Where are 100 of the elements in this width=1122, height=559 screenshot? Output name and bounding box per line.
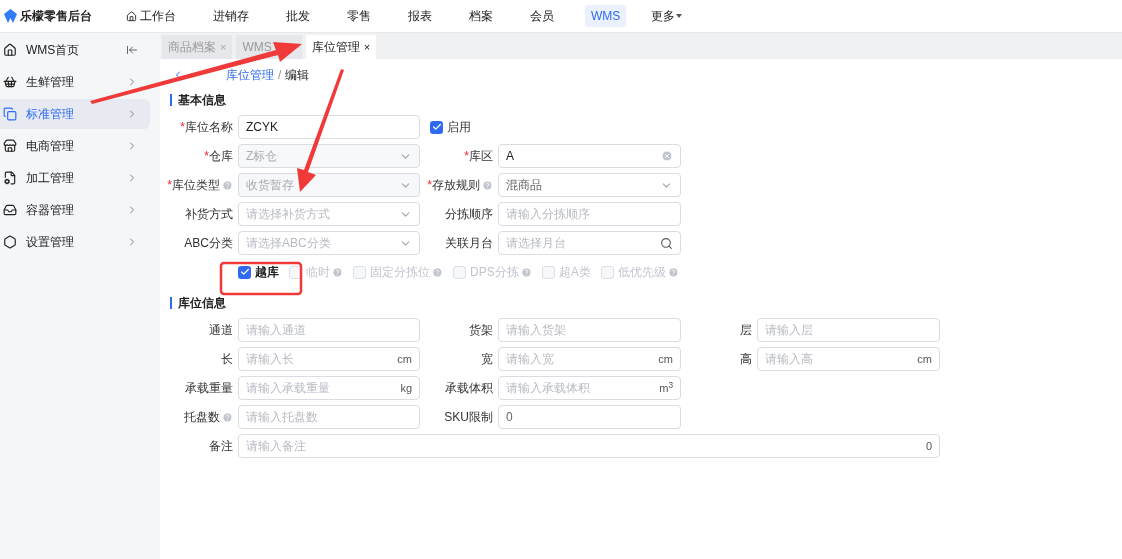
home-icon <box>3 43 17 57</box>
store-icon <box>3 139 17 153</box>
field-value: 0 <box>506 410 513 424</box>
breadcrumb-link[interactable]: 库位管理 <box>226 66 274 84</box>
nav-tab[interactable]: 批发 <box>280 5 316 27</box>
unit-label: kg <box>400 380 412 396</box>
help-icon <box>332 266 343 278</box>
breadcrumb-current: 编辑 <box>285 67 310 84</box>
nav-tab[interactable]: WMS <box>585 5 627 27</box>
brand-name: 乐檬零售后台 <box>20 8 92 25</box>
help-icon <box>432 266 443 278</box>
field-label: 长 <box>221 351 233 368</box>
field-label: 通道 <box>209 322 233 339</box>
input-field[interactable]: 混商品 <box>498 173 681 197</box>
input-field[interactable]: 请输入备注 0 <box>238 434 940 458</box>
unit-label: cm <box>917 351 932 367</box>
sidebar-item[interactable]: 标准管理 <box>0 99 150 129</box>
sidebar-item[interactable]: 设置管理 <box>0 227 150 257</box>
nav-tab[interactable]: 工作台 <box>120 5 182 27</box>
checkbox-label: DPS分拣 <box>470 264 519 281</box>
field-label: 存放规则 <box>432 177 480 194</box>
more-menu[interactable]: 更多 <box>651 7 683 25</box>
field-value: A <box>506 149 514 163</box>
placeholder: 请选择月台 <box>506 236 566 250</box>
close-icon[interactable]: × <box>363 38 371 56</box>
field-label: ABC分类 <box>184 235 233 252</box>
placeholder: 请输入分拣顺序 <box>506 207 590 221</box>
field-label: 补货方式 <box>185 206 233 223</box>
collapse-icon[interactable] <box>126 44 138 56</box>
home-icon <box>126 10 137 22</box>
help-icon <box>667 266 679 278</box>
field-label: 承载重量 <box>185 380 233 397</box>
unit-label: 0 <box>925 438 932 454</box>
field-label: 库位类型 <box>172 177 220 194</box>
sidebar-item[interactable]: 电商管理 <box>0 131 150 161</box>
field-label: 承载体积 <box>445 380 493 397</box>
input-field[interactable]: 请输入高 cm <box>757 347 940 371</box>
basket-icon <box>3 75 17 89</box>
help-icon <box>482 179 493 191</box>
nav-tab[interactable]: 进销存 <box>207 5 255 27</box>
nav-tab[interactable]: 档案 <box>463 5 499 27</box>
checkbox[interactable] <box>238 265 251 279</box>
sidebar-item[interactable]: 生鲜管理 <box>0 67 150 97</box>
field-label: 分拣顺序 <box>445 206 493 223</box>
field-label: 高 <box>740 351 752 368</box>
copy-icon <box>3 107 17 121</box>
help-icon <box>222 411 233 423</box>
input-field[interactable]: A <box>498 144 681 168</box>
field-label: 托盘数 <box>184 409 220 426</box>
placeholder: 请输入货架 <box>506 323 566 337</box>
placeholder: 请输入托盘数 <box>246 410 318 424</box>
checkbox[interactable] <box>430 120 443 134</box>
checkbox-label: 越库 <box>255 264 279 281</box>
required-mark: * <box>180 119 185 136</box>
field-label: 仓库 <box>209 148 233 165</box>
required-mark: * <box>167 177 172 194</box>
placeholder: 请输入通道 <box>246 323 306 337</box>
file-gear-icon <box>3 171 17 185</box>
input-field[interactable]: ZCYK <box>238 115 420 139</box>
placeholder: 请输入高 <box>765 352 813 366</box>
field-label: 层 <box>740 322 752 339</box>
required-mark: * <box>427 177 432 194</box>
inbox-icon <box>3 203 17 217</box>
input-field[interactable]: 请输入宽 cm <box>498 347 681 371</box>
field-label: SKU限制 <box>444 409 493 426</box>
section-title: 库位信息 <box>178 295 226 312</box>
field-label: 库位名称 <box>185 119 233 136</box>
checkbox-label: 超A类 <box>558 264 591 281</box>
input-field[interactable]: 请输入承载重量 kg <box>238 376 420 400</box>
placeholder: 请输入承载重量 <box>246 381 330 395</box>
checkbox-label: 临时 <box>306 264 330 281</box>
input-field[interactable]: 请输入长 cm <box>238 347 420 371</box>
unit-label: cm <box>397 351 412 367</box>
input-field[interactable]: 请输入承载体积 m$^{3}$ <box>498 376 681 400</box>
breadcrumb-separator: / <box>278 67 282 84</box>
required-mark: * <box>464 148 469 165</box>
search-icon[interactable] <box>660 236 673 250</box>
required-mark: * <box>204 148 209 165</box>
checkbox-label: 低优先级 <box>617 264 666 281</box>
sidebar-item[interactable]: WMS首页 <box>0 35 150 65</box>
placeholder: 请输入宽 <box>506 352 554 366</box>
placeholder: 请选择补货方式 <box>246 207 330 221</box>
field-label: 货架 <box>469 322 493 339</box>
unit-label: cm <box>658 351 673 367</box>
input-field[interactable]: 0 <box>498 405 681 429</box>
page-tab[interactable]: 库位管理 × <box>305 35 377 59</box>
nav-tab[interactable]: 会员 <box>524 5 560 27</box>
field-value: 混商品 <box>506 178 542 192</box>
unit-label: m$^{3}$ <box>659 379 673 396</box>
section-title: 基本信息 <box>178 92 226 109</box>
sidebar-item[interactable]: 容器管理 <box>0 195 150 225</box>
field-label: 库区 <box>469 148 493 165</box>
placeholder: 请输入承载体积 <box>506 381 590 395</box>
placeholder: 请输入备注 <box>246 439 306 453</box>
sidebar-item[interactable]: 加工管理 <box>0 163 150 193</box>
nav-tab[interactable]: 报表 <box>402 5 438 27</box>
nav-tab[interactable]: 零售 <box>341 5 377 27</box>
field-label: 备注 <box>209 438 233 455</box>
logo-icon <box>4 9 17 23</box>
placeholder: 请选择ABC分类 <box>246 236 331 250</box>
